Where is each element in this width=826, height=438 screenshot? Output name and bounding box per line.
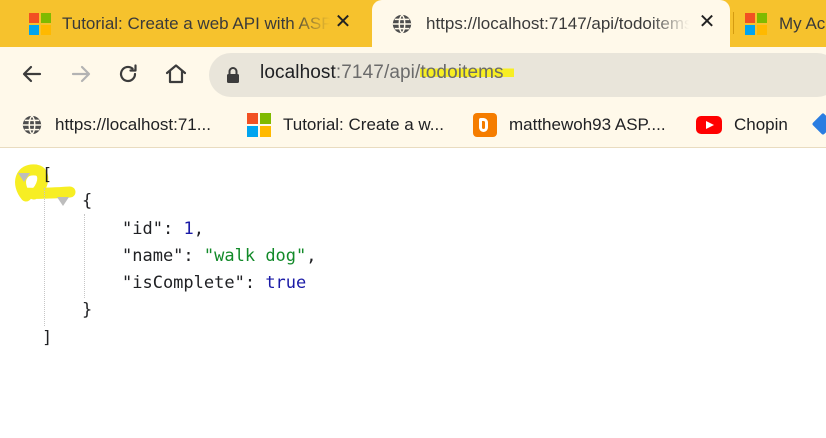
close-tab-icon[interactable]: ✕ [696,11,718,33]
tab-title: https://localhost:7147/api/todoitems [426,13,689,33]
bookmark-localhost[interactable]: https://localhost:71... [21,111,211,139]
close-tab-icon[interactable]: ✕ [332,11,354,33]
array-close-bracket: ] [42,328,53,348]
json-comma: , [306,246,317,266]
json-property-id: "id": 1, [122,219,204,239]
tab-my-account[interactable]: My Account [745,0,826,47]
array-open-bracket: [ [42,165,53,185]
back-button[interactable] [18,60,46,88]
microsoft-logo-icon [745,12,767,35]
collapse-array-toggle-icon[interactable] [18,173,30,182]
bookmark-label: https://localhost:71... [55,115,211,134]
indent-guide [44,188,45,326]
url-path-highlighted: todoitems [420,62,514,83]
home-button[interactable] [162,60,190,88]
json-comma: , [193,219,204,239]
bookmark-blogger[interactable]: matthewoh93 ASP.... [473,111,666,139]
bookmarks-bar: https://localhost:71... Tutorial: Create… [0,102,826,148]
object-open-brace: { [82,191,93,211]
browser-toolbar: localhost:7147/api/todoitems [0,47,826,102]
url-path: /api/ [383,62,421,83]
json-value: 1 [183,219,194,239]
tab-strip: Tutorial: Create a web API with ASP.NET … [0,0,826,47]
tab-separator [733,12,734,34]
reload-button[interactable] [114,60,142,88]
address-bar[interactable]: localhost:7147/api/todoitems [209,53,826,97]
json-value: true [265,273,307,293]
tab-todoitems-active[interactable]: https://localhost:7147/api/todoitems ✕ [372,0,730,47]
object-close-brace: } [82,300,93,320]
microsoft-logo-icon [247,113,271,137]
bookmark-chopin[interactable]: Chopin [696,111,788,139]
bookmark-tutorial[interactable]: Tutorial: Create a w... [247,111,444,139]
json-viewer: [ { "id": 1, "name": "walk dog", "isComp… [0,148,826,438]
blogger-icon [473,113,497,137]
json-key: "id" [122,219,163,239]
globe-icon [392,13,412,34]
json-property-iscomplete: "isComplete": true [122,273,307,293]
bookmark-label: matthewoh93 ASP.... [509,115,666,134]
youtube-icon [696,116,722,134]
collapse-object-toggle-icon[interactable] [57,197,69,206]
json-key: "name" [122,246,184,266]
forward-button[interactable] [67,60,95,88]
arrow-left-icon [22,65,42,83]
tab-title: Tutorial: Create a web API with ASP.NET … [62,13,330,33]
globe-icon [22,115,42,135]
microsoft-logo-icon [29,12,51,35]
json-key: "isComplete" [122,273,245,293]
bookmark-label: Chopin [734,115,788,134]
home-icon [165,64,187,84]
reload-icon [119,64,137,83]
bookmark-label: Tutorial: Create a w... [283,115,444,134]
json-value: "walk dog" [203,246,307,266]
url-host: localhost [260,62,336,83]
lock-icon[interactable] [226,66,240,84]
bookmark-overflow-icon[interactable] [811,112,826,136]
json-property-name: "name": "walk dog", [122,246,317,266]
arrow-right-icon [71,65,91,83]
tab-tutorial[interactable]: Tutorial: Create a web API with ASP.NET … [0,0,366,47]
indent-guide [84,214,85,298]
url-text[interactable]: localhost:7147/api/todoitems [260,62,514,84]
url-port: :7147 [335,62,384,83]
tab-title: My Account [779,13,826,33]
